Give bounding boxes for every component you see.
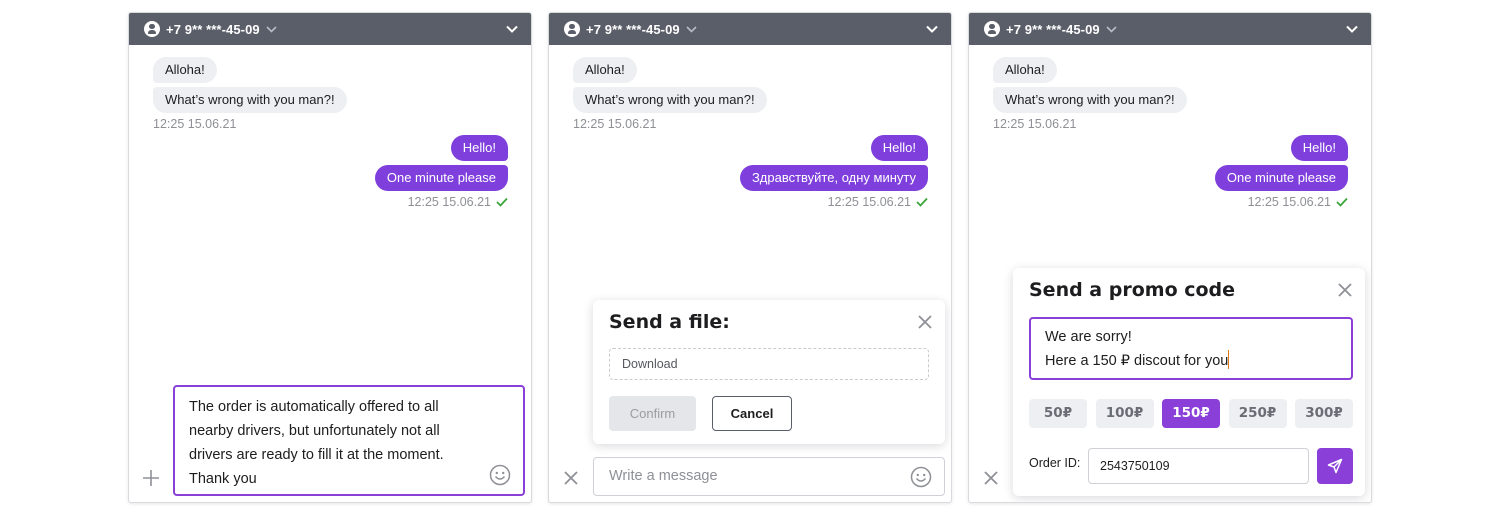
- collapse-chat-icon[interactable]: [505, 22, 519, 36]
- customer-phone[interactable]: +7 9** ***-45-09: [166, 22, 260, 37]
- outgoing-message: One minute please: [1214, 165, 1348, 191]
- message-text: The order is automatically offered to al…: [189, 395, 469, 491]
- outgoing-message: Hello!: [870, 135, 928, 161]
- send-icon: [1327, 458, 1343, 474]
- close-icon[interactable]: [1337, 282, 1353, 298]
- amount-chip[interactable]: 50₽: [1029, 399, 1087, 428]
- promo-amount-options: 50₽ 100₽ 150₽ 250₽ 300₽: [1029, 399, 1353, 428]
- outgoing-time: 12:25 15.06.21: [827, 195, 911, 209]
- incoming-message: Alloha!: [993, 57, 1057, 83]
- amount-chip[interactable]: 100₽: [1095, 399, 1154, 428]
- promo-line: Here a 150 ₽ discout for you: [1045, 353, 1229, 369]
- chat-header: +7 9** ***-45-09: [129, 13, 531, 45]
- text-cursor: [1228, 350, 1230, 369]
- read-check-icon: [1336, 197, 1348, 207]
- close-icon[interactable]: [917, 314, 933, 330]
- chat-panel-promo: +7 9** ***-45-09 Alloha! What’s wrong wi…: [968, 12, 1372, 503]
- chat-header: +7 9** ***-45-09: [549, 13, 951, 45]
- message-input[interactable]: Write a message: [593, 457, 945, 496]
- send-button[interactable]: [1317, 448, 1353, 484]
- amount-chip[interactable]: 250₽: [1228, 399, 1287, 428]
- order-id-input[interactable]: 2543750109: [1088, 448, 1309, 484]
- outgoing-timestamp: 12:25 15.06.21: [408, 195, 508, 209]
- outgoing-timestamp: 12:25 15.06.21: [828, 195, 928, 209]
- incoming-message: What’s wrong with you man?!: [573, 87, 767, 113]
- confirm-button[interactable]: Confirm: [609, 396, 696, 431]
- message-line: nearby drivers, but unfortunately not al…: [189, 423, 440, 439]
- outgoing-timestamp: 12:25 15.06.21: [1248, 195, 1348, 209]
- incoming-timestamp: 12:25 15.06.21: [153, 117, 237, 131]
- chat-panel-file: +7 9** ***-45-09 Alloha! What’s wrong wi…: [548, 12, 952, 503]
- incoming-message: What’s wrong with you man?!: [153, 87, 347, 113]
- attach-plus-icon[interactable]: [143, 470, 159, 486]
- user-icon: [564, 21, 580, 37]
- user-icon: [144, 21, 160, 37]
- chevron-down-icon[interactable]: [266, 23, 278, 35]
- customer-phone[interactable]: +7 9** ***-45-09: [1006, 22, 1100, 37]
- send-promo-dialog: Send a promo code We are sorry! Here a 1…: [1013, 268, 1365, 496]
- promo-message-textarea[interactable]: We are sorry! Here a 150 ₽ discout for y…: [1029, 317, 1353, 380]
- collapse-chat-icon[interactable]: [925, 22, 939, 36]
- incoming-timestamp: 12:25 15.06.21: [993, 117, 1077, 131]
- outgoing-time: 12:25 15.06.21: [407, 195, 491, 209]
- read-check-icon: [916, 197, 928, 207]
- incoming-message: Alloha!: [153, 57, 217, 83]
- emoji-icon[interactable]: [910, 466, 932, 488]
- outgoing-message: One minute please: [374, 165, 508, 191]
- cancel-button[interactable]: Cancel: [712, 396, 792, 431]
- message-line: The order is automatically offered to al…: [189, 399, 439, 415]
- dialog-title: Send a promo code: [1029, 279, 1236, 301]
- collapse-chat-icon[interactable]: [1345, 22, 1359, 36]
- outgoing-message: Hello!: [450, 135, 508, 161]
- outgoing-time: 12:25 15.06.21: [1247, 195, 1331, 209]
- message-line: Thank you: [189, 471, 257, 487]
- file-dropzone[interactable]: Download: [609, 348, 929, 380]
- send-file-dialog: Send a file: Download Confirm Cancel: [593, 300, 945, 444]
- dialog-title: Send a file:: [609, 311, 730, 333]
- customer-phone[interactable]: +7 9** ***-45-09: [586, 22, 680, 37]
- chevron-down-icon[interactable]: [1106, 23, 1118, 35]
- outgoing-message: Здравствуйте, одну минуту: [739, 165, 928, 191]
- amount-chip-selected[interactable]: 150₽: [1162, 399, 1220, 428]
- incoming-message: What’s wrong with you man?!: [993, 87, 1187, 113]
- outgoing-message: Hello!: [1290, 135, 1348, 161]
- incoming-message: Alloha!: [573, 57, 637, 83]
- message-placeholder: Write a message: [609, 468, 718, 484]
- promo-line-with-caret: Here a 150 ₽ discout for you: [1045, 349, 1337, 373]
- chat-panel-compose: +7 9** ***-45-09 Alloha! What’s wrong wi…: [128, 12, 532, 503]
- incoming-timestamp: 12:25 15.06.21: [573, 117, 657, 131]
- user-icon: [984, 21, 1000, 37]
- close-icon[interactable]: [983, 470, 999, 486]
- message-line: drivers are ready to fill it at the mome…: [189, 447, 444, 463]
- promo-line: We are sorry!: [1045, 329, 1132, 345]
- chat-header: +7 9** ***-45-09: [969, 13, 1371, 45]
- emoji-icon[interactable]: [489, 464, 511, 486]
- chevron-down-icon[interactable]: [686, 23, 698, 35]
- order-id-label: Order ID:: [1029, 456, 1081, 470]
- read-check-icon: [496, 197, 508, 207]
- amount-chip[interactable]: 300₽: [1295, 399, 1353, 428]
- close-icon[interactable]: [563, 470, 579, 486]
- message-textarea[interactable]: The order is automatically offered to al…: [173, 385, 525, 496]
